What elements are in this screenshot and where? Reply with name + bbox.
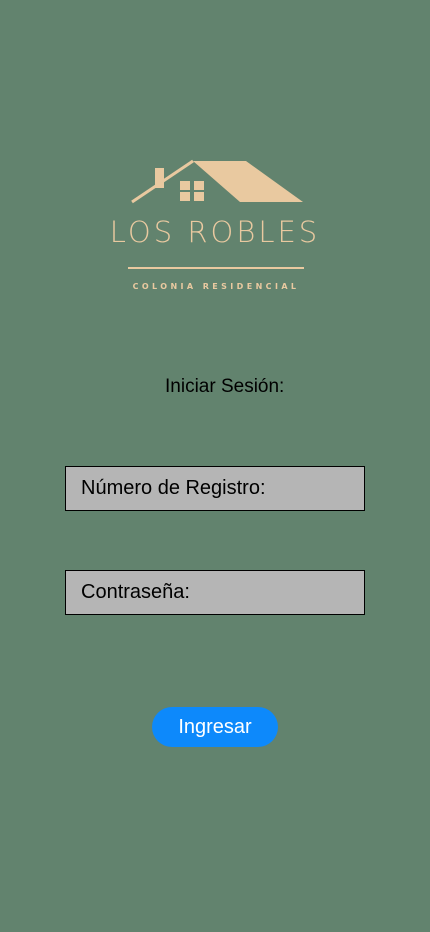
submit-button[interactable]: Ingresar <box>152 707 278 747</box>
password-input[interactable] <box>66 571 364 614</box>
brand-subtitle: COLONIA RESIDENCIAL <box>132 282 300 291</box>
house-roof-icon <box>131 159 303 204</box>
login-title: Iniciar Sesión: <box>165 376 285 397</box>
password-field <box>65 570 365 615</box>
brand-logo: LOS ROBLES COLONIA RESIDENCIAL <box>0 0 430 320</box>
brand-divider <box>128 267 304 269</box>
brand-name: LOS ROBLES <box>109 215 321 249</box>
registro-field <box>65 466 365 511</box>
registro-input[interactable] <box>66 467 364 510</box>
